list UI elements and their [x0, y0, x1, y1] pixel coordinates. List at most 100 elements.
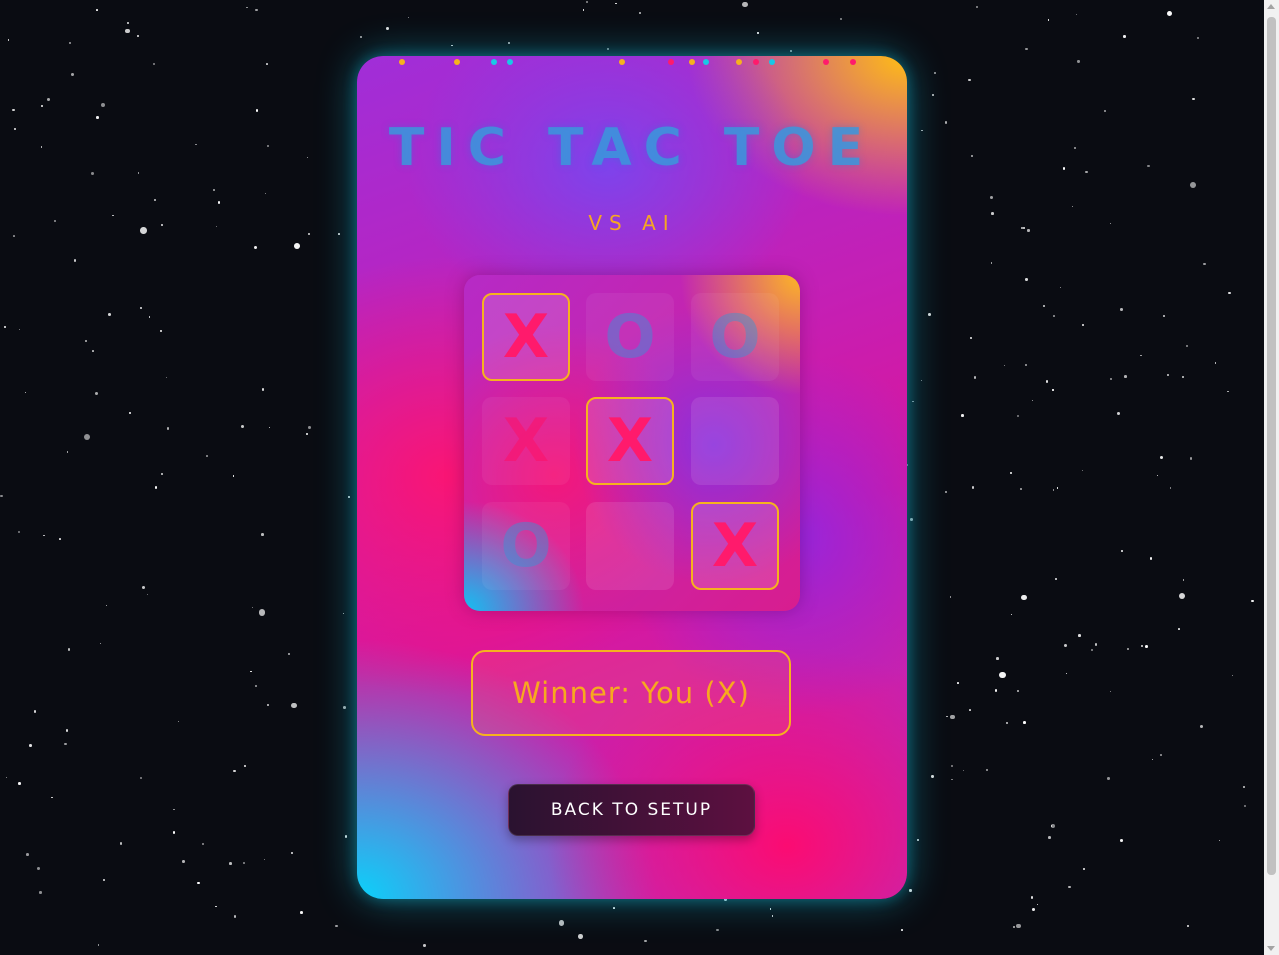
star	[1243, 804, 1247, 808]
star	[921, 129, 923, 132]
star	[266, 63, 268, 66]
star	[233, 915, 237, 918]
vertical-scrollbar[interactable]	[1264, 0, 1279, 955]
star	[1051, 825, 1053, 827]
star	[1032, 908, 1036, 911]
board-cell[interactable]	[586, 502, 674, 590]
star	[126, 22, 129, 25]
star	[1107, 777, 1110, 781]
star	[99, 642, 101, 644]
star	[990, 262, 993, 264]
star	[1036, 903, 1038, 905]
scroll-up-icon[interactable]	[1267, 4, 1275, 9]
confetti-dot	[703, 59, 709, 65]
star	[1031, 400, 1033, 402]
star	[12, 108, 15, 112]
star	[108, 312, 111, 316]
star	[13, 127, 17, 130]
star	[1203, 262, 1207, 266]
star	[84, 339, 87, 343]
star	[136, 34, 140, 38]
board-cell[interactable]: X	[691, 502, 779, 590]
star	[1052, 389, 1054, 391]
star	[1178, 627, 1181, 630]
star	[1197, 36, 1200, 39]
star	[1047, 19, 1049, 21]
star	[26, 853, 30, 857]
star	[96, 116, 99, 119]
star	[165, 376, 167, 378]
star	[975, 5, 978, 8]
star	[53, 219, 57, 223]
star	[1124, 375, 1127, 378]
star	[957, 682, 959, 684]
star	[1227, 390, 1229, 393]
star	[949, 596, 952, 598]
scroll-thumb[interactable]	[1267, 17, 1276, 875]
board-cell[interactable]: X	[482, 397, 570, 485]
confetti-dot	[689, 59, 695, 65]
star	[944, 490, 947, 493]
star	[644, 939, 647, 943]
star	[1169, 487, 1172, 489]
scroll-down-icon[interactable]	[1267, 946, 1275, 951]
board-cell[interactable]: O	[691, 293, 779, 381]
star	[1218, 839, 1221, 842]
star	[0, 494, 3, 498]
star	[969, 337, 972, 340]
star	[1103, 109, 1107, 113]
star	[582, 8, 585, 11]
star	[1013, 925, 1016, 929]
star	[1052, 489, 1055, 491]
confetti-dot	[823, 59, 829, 65]
star	[1004, 365, 1006, 367]
star	[1056, 487, 1059, 489]
star	[244, 764, 247, 767]
star	[1160, 753, 1162, 756]
star	[181, 860, 185, 863]
star	[154, 486, 158, 489]
star	[1181, 376, 1185, 379]
star	[255, 685, 258, 688]
star	[1141, 645, 1144, 647]
star	[921, 380, 923, 382]
star	[291, 702, 297, 709]
star	[917, 838, 920, 841]
board-cell[interactable]: O	[586, 293, 674, 381]
star	[1045, 380, 1049, 383]
star	[102, 878, 106, 882]
star	[1030, 895, 1034, 899]
star	[7, 39, 10, 41]
game-card: TIC TAC TOE VS AI X O O X X O X Winner: …	[357, 56, 907, 899]
star	[1024, 363, 1028, 367]
star	[423, 944, 426, 947]
board-cell[interactable]	[691, 397, 779, 485]
star	[1063, 644, 1067, 648]
board-cell[interactable]: X	[482, 293, 570, 381]
star	[215, 905, 217, 908]
board-cell[interactable]: X	[586, 397, 674, 485]
game-subtitle: VS AI	[588, 211, 676, 235]
star	[106, 605, 108, 607]
star	[1189, 457, 1193, 460]
star	[39, 891, 42, 894]
star	[251, 606, 254, 609]
star	[347, 496, 350, 499]
star	[839, 17, 843, 21]
star	[901, 929, 904, 932]
star	[161, 473, 164, 476]
confetti-dot	[769, 59, 775, 65]
star	[1009, 471, 1012, 474]
star	[909, 889, 912, 892]
back-to-setup-button[interactable]: BACK TO SETUP	[508, 784, 755, 836]
star	[177, 720, 180, 723]
board-cell[interactable]: O	[482, 502, 570, 590]
star	[612, 907, 615, 910]
star	[18, 530, 21, 533]
star	[986, 769, 988, 771]
star	[1024, 47, 1028, 51]
confetti-dot	[399, 59, 405, 65]
star	[97, 944, 100, 946]
star	[1166, 10, 1173, 17]
star	[1109, 377, 1113, 381]
